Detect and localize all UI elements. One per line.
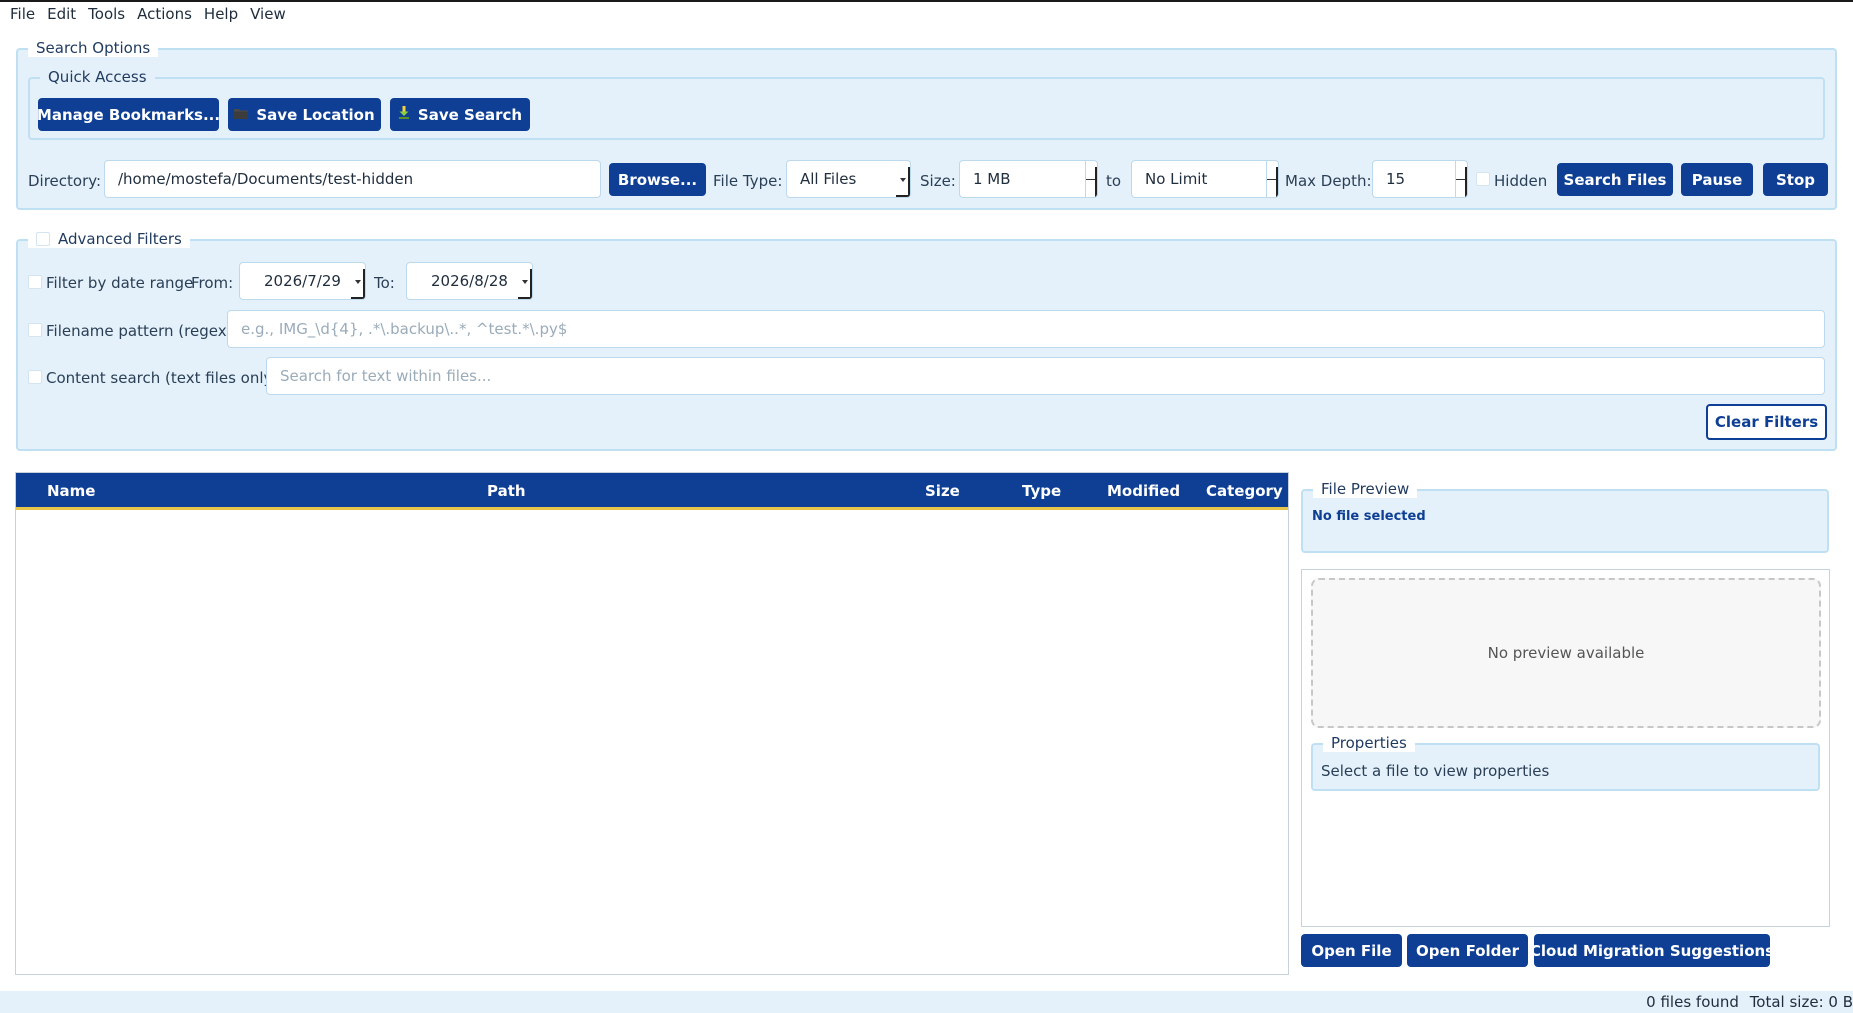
directory-label: Directory:	[28, 172, 102, 190]
open-folder-button[interactable]: Open Folder	[1407, 934, 1528, 967]
clear-filters-label: Clear Filters	[1714, 413, 1819, 431]
select-edge	[530, 269, 532, 299]
spin-edge	[1276, 167, 1278, 197]
size-to-label: to	[1106, 172, 1122, 190]
column-header-size[interactable]: Size	[925, 482, 960, 500]
date-range-checkbox[interactable]	[28, 275, 42, 289]
filename-pattern-input[interactable]: e.g., IMG_\d{4}, .*\.backup\..*, ^test.*…	[227, 310, 1825, 348]
search-files-label: Search Files	[1563, 170, 1667, 189]
status-bar: 0 files found Total size: 0 B	[0, 991, 1853, 1013]
properties-text: Select a file to view properties	[1321, 762, 1550, 780]
download-icon	[398, 106, 410, 123]
folder-icon	[234, 107, 249, 123]
date-range-label: Filter by date range	[46, 274, 194, 292]
clear-filters-button[interactable]: Clear Filters	[1706, 404, 1827, 440]
max-depth-value: 15	[1386, 170, 1406, 188]
directory-input[interactable]: /home/mostefa/Documents/test-hidden	[104, 160, 601, 198]
menu-file[interactable]: File	[4, 5, 41, 23]
menu-bar: File Edit Tools Actions Help View	[0, 2, 1853, 26]
advanced-filters-legend: Advanced Filters	[28, 230, 190, 248]
save-location-button[interactable]: Save Location	[228, 98, 381, 131]
select-edge	[908, 167, 910, 197]
column-header-path[interactable]: Path	[487, 482, 526, 500]
content-search-input[interactable]: Search for text within files...	[266, 357, 1825, 395]
select-edge	[363, 269, 365, 299]
pause-button[interactable]: Pause	[1681, 163, 1753, 196]
advanced-filters-title: Advanced Filters	[58, 230, 182, 248]
column-header-category[interactable]: Category	[1206, 482, 1283, 500]
properties-title: Properties	[1323, 734, 1415, 752]
content-search-label: Content search (text files only)	[46, 369, 279, 387]
splitter-handle[interactable]	[1290, 472, 1300, 975]
save-location-label: Save Location	[256, 105, 375, 124]
menu-tools[interactable]: Tools	[82, 5, 131, 23]
browse-label: Browse...	[617, 170, 698, 189]
browse-button[interactable]: Browse...	[609, 163, 706, 196]
table-header: Name Path Size Type Modified Category	[16, 473, 1288, 510]
no-preview-text: No preview available	[1487, 644, 1645, 662]
status-text: 0 files found Total size: 0 B	[1646, 993, 1853, 1011]
save-search-label: Save Search	[417, 105, 523, 124]
menu-view[interactable]: View	[244, 5, 292, 23]
cloud-migration-button[interactable]: Cloud Migration Suggestions	[1530, 934, 1774, 967]
preview-area: No preview available	[1311, 578, 1821, 728]
properties-group: Properties Select a file to view propert…	[1311, 734, 1820, 791]
column-header-type[interactable]: Type	[1022, 482, 1061, 500]
menu-help[interactable]: Help	[198, 5, 244, 23]
open-folder-label: Open Folder	[1416, 941, 1519, 960]
size-max-spinbox[interactable]: No Limit	[1131, 160, 1279, 198]
file-type-value: All Files	[800, 170, 857, 188]
from-label: From:	[191, 274, 234, 292]
select-edge-bottom	[351, 297, 365, 299]
advanced-filters-group: Advanced Filters Filter by date range Fr…	[16, 230, 1837, 451]
menu-edit[interactable]: Edit	[41, 5, 82, 23]
search-files-button[interactable]: Search Files	[1557, 163, 1673, 196]
size-min-value: 1 MB	[973, 170, 1011, 188]
max-depth-label: Max Depth:	[1285, 172, 1372, 190]
max-depth-spinbox[interactable]: 15	[1372, 160, 1468, 198]
spin-edge	[1465, 167, 1467, 197]
content-search-checkbox[interactable]	[28, 370, 42, 384]
menu-actions[interactable]: Actions	[131, 5, 198, 23]
to-date-value: 2026/8/28	[431, 272, 508, 290]
stop-label: Stop	[1775, 170, 1816, 189]
quick-access-title: Quick Access	[40, 68, 155, 86]
spin-edge	[1095, 167, 1097, 197]
file-preview-group: File Preview No file selected	[1301, 480, 1829, 553]
manage-bookmarks-button[interactable]: Manage Bookmarks...	[36, 98, 221, 131]
save-search-button[interactable]: Save Search	[390, 98, 530, 131]
file-preview-title: File Preview	[1313, 480, 1418, 498]
to-date-input[interactable]: 2026/8/28	[406, 262, 533, 300]
advanced-filters-checkbox[interactable]	[36, 232, 50, 246]
results-table[interactable]: Name Path Size Type Modified Category	[15, 472, 1289, 975]
select-edge-bottom	[518, 297, 532, 299]
file-type-select[interactable]: All Files	[786, 160, 911, 198]
to-label: To:	[374, 274, 395, 292]
filename-pattern-checkbox[interactable]	[28, 323, 42, 337]
manage-bookmarks-label: Manage Bookmarks...	[36, 105, 221, 124]
search-options-group: Search Options Quick Access Manage Bookm…	[16, 39, 1837, 210]
total-size: Total size: 0 B	[1749, 993, 1853, 1011]
open-file-button[interactable]: Open File	[1301, 934, 1402, 967]
files-found-count: 0 files found	[1646, 993, 1739, 1011]
filename-pattern-label: Filename pattern (regex)	[46, 322, 233, 340]
column-header-modified[interactable]: Modified	[1107, 482, 1180, 500]
size-min-spinbox[interactable]: 1 MB	[959, 160, 1098, 198]
open-file-label: Open File	[1311, 941, 1392, 960]
search-options-title: Search Options	[28, 39, 159, 57]
stop-button[interactable]: Stop	[1763, 163, 1828, 196]
hidden-label: Hidden	[1494, 172, 1548, 190]
size-label: Size:	[920, 172, 956, 190]
size-max-value: No Limit	[1145, 170, 1208, 188]
column-header-name[interactable]: Name	[47, 482, 95, 500]
cloud-migration-label: Cloud Migration Suggestions	[1529, 941, 1775, 960]
hidden-checkbox[interactable]	[1476, 172, 1490, 186]
select-edge-bottom	[896, 195, 910, 197]
file-type-label: File Type:	[713, 172, 783, 190]
pause-label: Pause	[1691, 170, 1743, 189]
from-date-input[interactable]: 2026/7/29	[239, 262, 366, 300]
from-date-value: 2026/7/29	[264, 272, 341, 290]
file-preview-selection: No file selected	[1312, 509, 1426, 524]
